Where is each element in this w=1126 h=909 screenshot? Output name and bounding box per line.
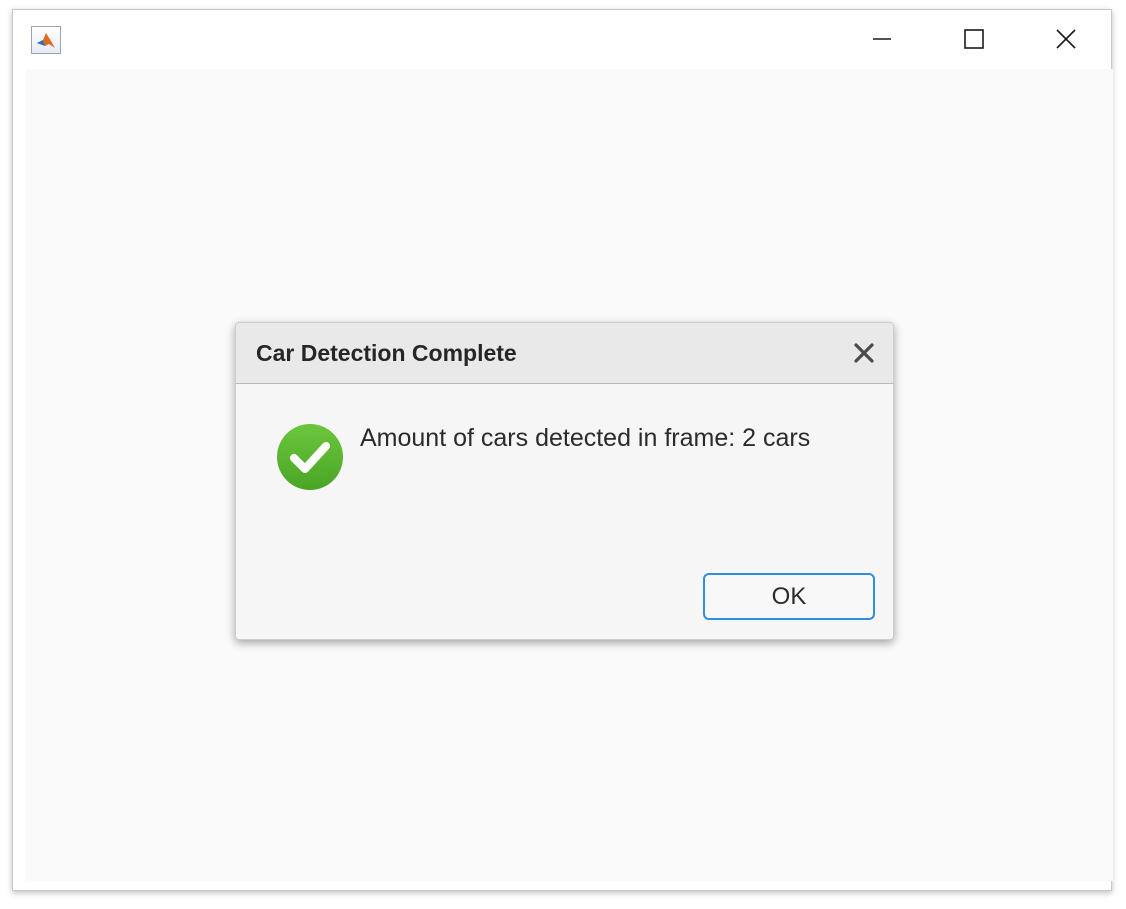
window-titlebar	[13, 10, 1111, 68]
dialog-close-button[interactable]	[853, 342, 875, 364]
message-dialog: Car Detection Complete Amount of cars de…	[235, 322, 894, 640]
dialog-message: Amount of cars detected in frame: 2 cars	[360, 424, 811, 452]
matlab-logo-icon	[31, 26, 61, 54]
ok-button[interactable]: OK	[703, 573, 875, 620]
minimize-button[interactable]	[859, 16, 905, 62]
success-check-icon	[276, 423, 344, 491]
minimize-icon	[873, 38, 891, 40]
close-icon	[854, 343, 874, 363]
maximize-icon	[964, 29, 984, 49]
window-close-button[interactable]	[1043, 16, 1089, 62]
close-icon	[1056, 29, 1076, 49]
dialog-title: Car Detection Complete	[256, 340, 517, 366]
maximize-button[interactable]	[951, 16, 997, 62]
dialog-header: Car Detection Complete	[236, 323, 893, 384]
